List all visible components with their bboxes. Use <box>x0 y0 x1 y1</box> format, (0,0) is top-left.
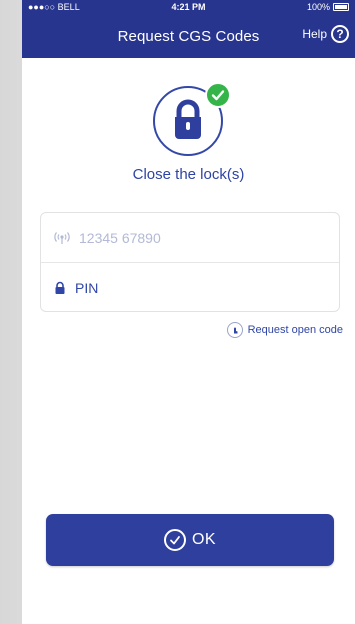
signal-icon <box>54 231 70 244</box>
lock-id-value: 12345 67890 <box>79 229 161 246</box>
battery-icon <box>333 3 349 11</box>
ok-button-label: OK <box>191 531 217 548</box>
success-check-badge <box>205 82 231 108</box>
hand-tap-icon <box>226 322 243 338</box>
padlock-icon <box>55 281 65 294</box>
help-label: Help <box>302 27 327 41</box>
ok-button[interactable]: OK <box>46 514 334 566</box>
navigation-bar: Request CGS Codes Help ? <box>22 14 355 58</box>
battery-status: 100% <box>307 2 349 12</box>
app-screen: ●●●○○ BELL 4:21 PM 100% Request CGS Code… <box>22 0 355 624</box>
request-open-code-link[interactable]: Request open code <box>226 322 343 338</box>
status-message: Close the lock(s) <box>132 166 245 183</box>
request-open-code-label: Request open code <box>247 324 343 336</box>
help-button[interactable]: Help ? <box>302 25 349 43</box>
lock-status-graphic <box>153 82 231 156</box>
code-form-card: 12345 67890 PIN <box>40 212 340 312</box>
lock-id-field[interactable]: 12345 67890 <box>41 213 339 263</box>
help-icon: ? <box>331 25 349 43</box>
status-time: 4:21 PM <box>171 2 206 12</box>
check-icon <box>211 90 225 101</box>
pin-field[interactable]: PIN <box>41 263 339 312</box>
battery-percent: 100% <box>306 2 330 12</box>
pin-placeholder: PIN <box>75 279 99 296</box>
check-circle-icon <box>163 529 186 551</box>
status-bar: ●●●○○ BELL 4:21 PM 100% <box>22 0 355 14</box>
